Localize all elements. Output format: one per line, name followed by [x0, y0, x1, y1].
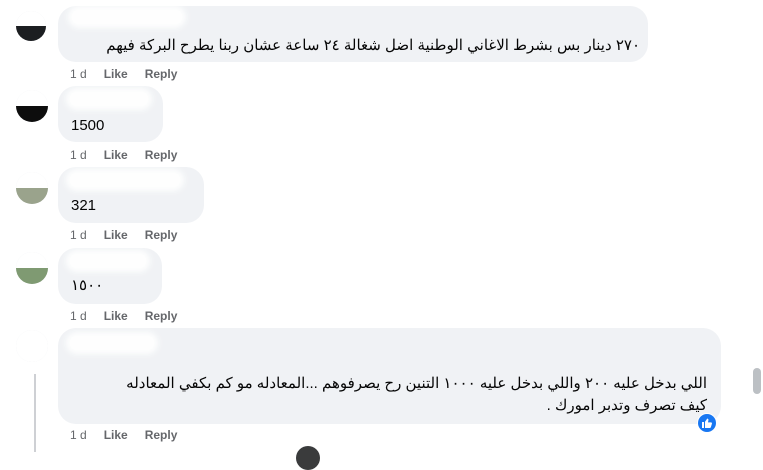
comment-bubble: 1500 — [58, 86, 163, 142]
comment-text-line: كيف تصرف وتدبر امورك . — [546, 397, 707, 414]
thread-connector-line — [34, 374, 36, 452]
comment-bubble: ١٥٠٠ — [58, 248, 162, 304]
comment-actions: 1 d Like Reply — [70, 147, 177, 163]
reply-button[interactable]: Reply — [145, 227, 178, 243]
comment-text-line: اللي بدخل عليه ٢٠٠ واللي بدخل عليه ١٠٠٠ … — [126, 375, 707, 392]
reply-button[interactable]: Reply — [145, 66, 178, 82]
redacted-name — [72, 10, 182, 24]
reply-button[interactable]: Reply — [145, 308, 178, 324]
comment-text: 1500 — [71, 117, 105, 134]
comment-actions: 1 d Like Reply — [70, 227, 177, 243]
comment-timestamp[interactable]: 1 d — [70, 66, 87, 82]
like-button[interactable]: Like — [104, 427, 128, 443]
comment-text: ١٥٠٠ — [71, 277, 104, 294]
commenter-avatar[interactable] — [16, 90, 48, 122]
redacted-name — [70, 92, 148, 106]
redacted-name — [70, 173, 180, 187]
reaction-badge[interactable] — [697, 413, 717, 433]
redacted-name — [70, 336, 154, 350]
comment-timestamp[interactable]: 1 d — [70, 427, 87, 443]
comment-actions: 1 d Like Reply — [70, 308, 177, 324]
comment-text: ٢٧٠ دينار بس بشرط الاغاني الوطنية اضل شغ… — [106, 37, 640, 54]
comment-actions: 1 d Like Reply — [70, 66, 177, 82]
like-button[interactable]: Like — [104, 227, 128, 243]
redacted-name — [70, 254, 146, 268]
comment-bubble: ٢٧٠ دينار بس بشرط الاغاني الوطنية اضل شغ… — [58, 6, 648, 62]
reply-button[interactable]: Reply — [145, 427, 178, 443]
like-button[interactable]: Like — [104, 308, 128, 324]
comment-bubble: 321 — [58, 167, 204, 223]
like-button[interactable]: Like — [104, 147, 128, 163]
scrollbar-thumb[interactable] — [753, 368, 761, 394]
commenter-avatar[interactable] — [16, 252, 48, 284]
like-button[interactable]: Like — [104, 66, 128, 82]
like-thumb-icon — [698, 414, 716, 432]
commenter-avatar[interactable] — [16, 172, 48, 204]
commenter-avatar[interactable] — [16, 330, 48, 362]
comment-bubble: اللي بدخل عليه ٢٠٠ واللي بدخل عليه ١٠٠٠ … — [58, 328, 721, 424]
comment-timestamp[interactable]: 1 d — [70, 227, 87, 243]
comment-timestamp[interactable]: 1 d — [70, 308, 87, 324]
comment-timestamp[interactable]: 1 d — [70, 147, 87, 163]
reply-button[interactable]: Reply — [145, 147, 178, 163]
reply-avatar[interactable] — [296, 446, 320, 470]
comment-actions: 1 d Like Reply — [70, 427, 177, 443]
commenter-avatar[interactable] — [16, 11, 46, 41]
comment-text: 321 — [71, 197, 97, 214]
